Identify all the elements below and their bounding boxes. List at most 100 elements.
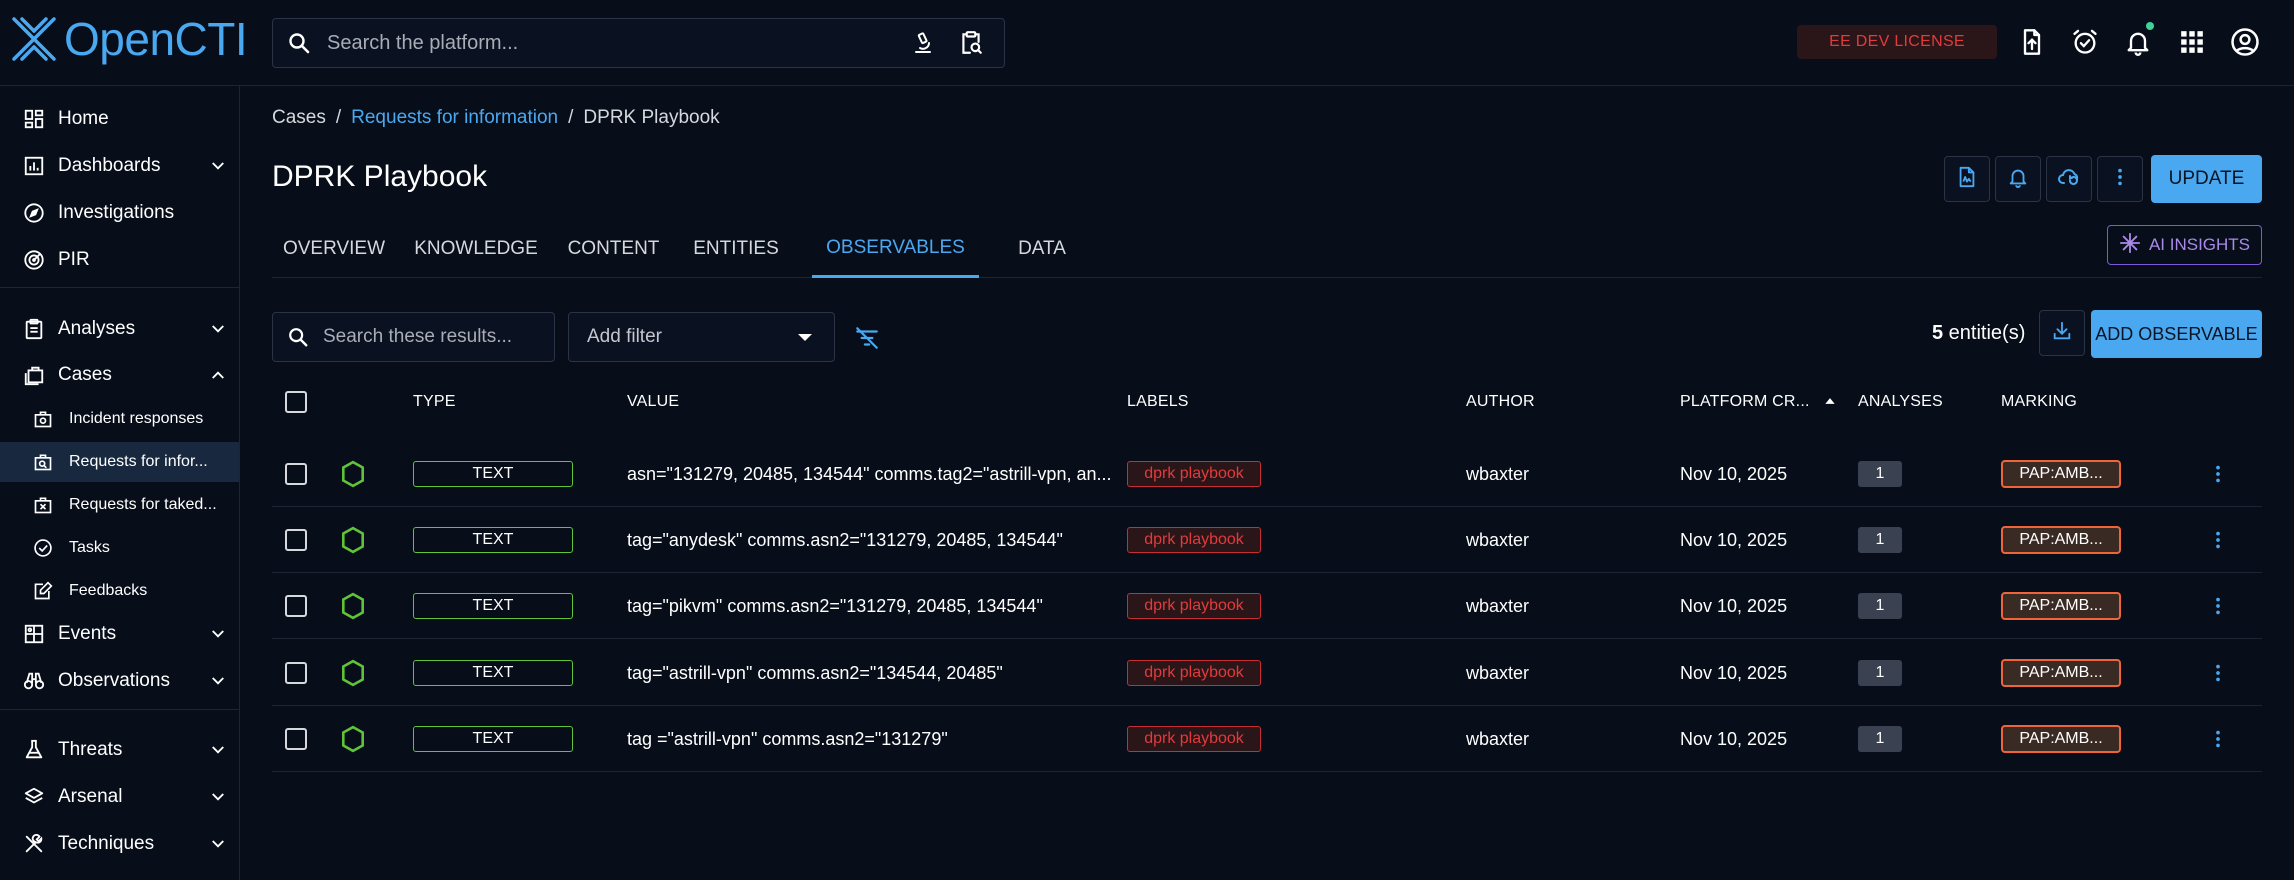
row-menu-button[interactable] [2205, 640, 2235, 706]
notification-dot [2146, 22, 2154, 30]
table-row[interactable]: TEXT tag ="astrill-vpn" comms.asn2="13127… [272, 706, 2262, 772]
column-header-labels[interactable]: LABELS [1127, 393, 1189, 411]
enrichment-button[interactable] [2046, 156, 2092, 202]
marking-cell: PAP:AMB... [2001, 640, 2127, 706]
tab-content[interactable]: CONTENT [556, 220, 671, 278]
account-circle-icon[interactable] [2229, 26, 2261, 58]
sidebar-item-threats[interactable]: Threats [0, 729, 239, 771]
sidebar-subitem-feedbacks[interactable]: Feedbacks [0, 571, 239, 611]
column-header-marking[interactable]: MARKING [2001, 393, 2077, 411]
type-cell: TEXT [413, 573, 578, 639]
results-search-input[interactable]: Search these results... [272, 312, 555, 362]
add-observable-button[interactable]: ADD OBSERVABLE [2091, 310, 2262, 358]
file-upload-icon[interactable] [2016, 26, 2048, 58]
sidebar-item-label: Investigations [58, 202, 175, 223]
breadcrumb-cases[interactable]: Cases [272, 107, 326, 129]
update-button[interactable]: UPDATE [2151, 155, 2262, 203]
column-header-platform-created[interactable]: PLATFORM CR... [1680, 393, 1810, 411]
labels-cell: dprk playbook [1127, 640, 1267, 706]
notifications-bell-icon[interactable] [2122, 22, 2154, 58]
created-date-cell: Nov 10, 2025 [1680, 595, 1788, 616]
sidebar-item-home[interactable]: Home [0, 98, 239, 140]
table-row[interactable]: TEXT tag="astrill-vpn" comms.asn2="134544… [272, 640, 2262, 706]
sidebar-item-pir[interactable]: PIR [0, 239, 239, 281]
chevron-down-icon[interactable] [207, 155, 229, 177]
chevron-down-icon[interactable] [207, 670, 229, 692]
table-row[interactable]: TEXT tag="pikvm" comms.asn2="131279, 2048… [272, 573, 2262, 639]
sidebar-item-investigations[interactable]: Investigations [0, 192, 239, 234]
column-header-author[interactable]: AUTHOR [1466, 393, 1535, 411]
home-dashboard-icon [22, 107, 46, 131]
labels-cell: dprk playbook [1127, 507, 1267, 573]
column-header-analyses[interactable]: ANALYSES [1858, 393, 1943, 411]
chevron-down-icon[interactable] [207, 318, 229, 340]
microscope-icon[interactable] [908, 28, 938, 58]
chevron-down-icon[interactable] [207, 786, 229, 808]
chevron-down-icon[interactable] [207, 833, 229, 855]
sidebar-subitem-tasks[interactable]: Tasks [0, 528, 239, 568]
alarm-clock-icon[interactable] [2069, 26, 2101, 58]
sidebar-subitem-requests-for-information[interactable]: Requests for infor... [0, 442, 239, 482]
sidebar-item-observations[interactable]: Observations [0, 660, 239, 702]
tab-overview[interactable]: OVERVIEW [272, 220, 396, 278]
sidebar-item-techniques[interactable]: Techniques [0, 823, 239, 865]
sidebar-item-analyses[interactable]: Analyses [0, 308, 239, 350]
sidebar-item-events[interactable]: Events [0, 613, 239, 655]
row-menu-button[interactable] [2205, 573, 2235, 639]
clear-filters-icon[interactable] [853, 324, 881, 352]
chevron-up-icon[interactable] [207, 364, 229, 386]
tab-entities[interactable]: ENTITIES [680, 220, 792, 278]
label-chip: dprk playbook [1127, 461, 1261, 487]
export-pdf-button[interactable] [1944, 156, 1990, 202]
select-all-checkbox[interactable] [285, 391, 307, 413]
sidebar-item-arsenal[interactable]: Arsenal [0, 776, 239, 818]
table-row[interactable]: TEXT asn="131279, 20485, 134544" comms.ta… [272, 441, 2262, 507]
compass-icon [22, 201, 46, 225]
table-row[interactable]: TEXT tag="anydesk" comms.asn2="131279, 20… [272, 507, 2262, 573]
tab-knowledge[interactable]: KNOWLEDGE [404, 220, 548, 278]
tab-observables[interactable]: OBSERVABLES [812, 220, 979, 278]
opencti-logo[interactable]: OpenCTI [10, 13, 248, 65]
clipboard-search-icon[interactable] [956, 28, 986, 58]
ai-insights-button[interactable]: AI INSIGHTS [2107, 225, 2262, 265]
row-checkbox[interactable] [285, 529, 307, 551]
sidebar-item-cases[interactable]: Cases [0, 354, 239, 396]
row-menu-button[interactable] [2205, 441, 2235, 507]
entity-count-value: 5 [1932, 322, 1944, 344]
export-button[interactable] [2039, 310, 2085, 356]
labels-cell: dprk playbook [1127, 573, 1267, 639]
value-cell: asn="131279, 20485, 134544" comms.tag2="… [627, 463, 1112, 484]
sort-ascending-icon[interactable] [1823, 394, 1837, 413]
sidebar-subitem-incident-responses[interactable]: Incident responses [0, 399, 239, 439]
breadcrumb-requests-for-information[interactable]: Requests for information [351, 107, 558, 129]
sidebar-subitem-label: Tasks [69, 539, 110, 556]
type-chip: TEXT [413, 527, 573, 553]
add-filter-select[interactable]: Add filter [568, 312, 835, 362]
results-search-placeholder: Search these results... [323, 326, 513, 347]
sidebar-item-dashboards[interactable]: Dashboards [0, 145, 239, 187]
author-cell: wbaxter [1466, 529, 1530, 550]
chevron-down-icon[interactable] [207, 623, 229, 645]
more-actions-button[interactable] [2097, 156, 2143, 202]
row-checkbox[interactable] [285, 728, 307, 750]
row-checkbox[interactable] [285, 662, 307, 684]
row-menu-button[interactable] [2205, 706, 2235, 772]
chevron-down-icon[interactable] [207, 739, 229, 761]
row-checkbox[interactable] [285, 595, 307, 617]
radar-icon [22, 248, 46, 272]
column-header-type[interactable]: TYPE [413, 393, 456, 411]
labels-cell: dprk playbook [1127, 706, 1267, 772]
subscribe-button[interactable] [1995, 156, 2041, 202]
apps-grid-icon[interactable] [2176, 26, 2208, 58]
sidebar-item-label: PIR [58, 249, 90, 270]
sidebar-subitem-requests-for-takedown[interactable]: Requests for taked... [0, 485, 239, 525]
sidebar: Home Dashboards Investigations PIR Analy… [0, 86, 240, 880]
row-checkbox[interactable] [285, 463, 307, 485]
label-chip: dprk playbook [1127, 593, 1261, 619]
row-menu-button[interactable] [2205, 507, 2235, 573]
tab-data[interactable]: DATA [987, 220, 1097, 278]
layers-icon [22, 785, 46, 809]
global-search-input[interactable]: Search the platform... [272, 18, 1005, 68]
column-header-value[interactable]: VALUE [627, 393, 679, 411]
flask-icon [22, 738, 46, 762]
